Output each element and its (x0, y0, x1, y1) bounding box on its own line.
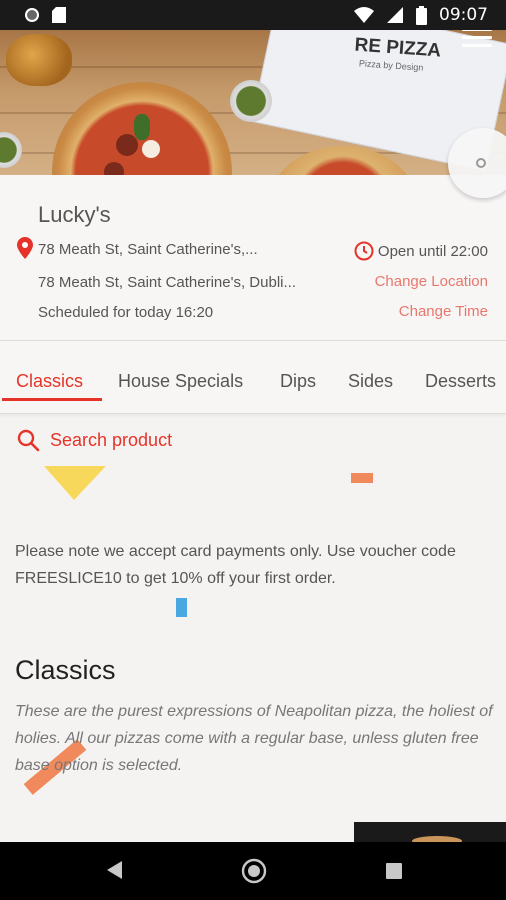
section-description: These are the purest expressions of Neap… (15, 703, 493, 774)
section-title: Classics (15, 655, 116, 685)
notification-dot-icon (25, 8, 39, 22)
location-pin-icon (17, 237, 33, 259)
signal-icon (387, 7, 403, 23)
status-time: 09:07 (439, 5, 488, 25)
tab-classics[interactable]: Classics (16, 371, 83, 392)
pizza-illustration (52, 82, 232, 175)
battery-icon (416, 5, 427, 25)
store-name: Lucky's (38, 202, 111, 227)
back-icon[interactable] (104, 859, 124, 881)
search-product[interactable]: Search product (16, 428, 172, 452)
orange-dash-decoration (351, 473, 373, 483)
product-thumbnail[interactable] (354, 822, 506, 846)
tab-house-specials[interactable]: House Specials (118, 371, 243, 392)
yellow-triangle-decoration (44, 466, 106, 500)
hero-banner: RE PIZZA Pizza by Design (0, 30, 506, 175)
camera-icon (476, 158, 486, 168)
pesto-bowl-illustration (230, 80, 272, 122)
search-icon (17, 429, 40, 452)
store-info-panel: Lucky's 78 Meath St, Saint Catherine's,.… (0, 175, 506, 340)
menu-icon-bar (462, 36, 492, 39)
sd-card-icon (52, 7, 66, 23)
blue-dash-decoration (176, 598, 187, 617)
herb-bowl-illustration (0, 132, 22, 168)
tab-sides[interactable]: Sides (348, 371, 393, 392)
navigation-bar (0, 842, 506, 900)
status-bar: 09:07 (0, 0, 506, 30)
search-label: Search product (50, 429, 173, 450)
tab-dips[interactable]: Dips (280, 371, 316, 392)
tab-desserts[interactable]: Desserts (425, 371, 496, 392)
active-tab-indicator (2, 398, 102, 401)
category-tabs: Classics House Specials Dips Sides Desse… (0, 340, 506, 414)
store-address-full: 78 Meath St, Saint Catherine's, Dubli... (38, 274, 296, 291)
open-status-text: Open until 22:00 (377, 242, 488, 260)
menu-icon-bar (462, 44, 492, 47)
teapot-illustration (6, 34, 72, 86)
recents-icon[interactable] (385, 862, 403, 880)
payment-notice: Please note we accept card payments only… (15, 543, 456, 587)
home-icon[interactable] (241, 858, 267, 884)
store-address-short: 78 Meath St, Saint Catherine's,... (38, 241, 258, 258)
open-status: Open until 22:00 (354, 241, 488, 261)
change-location-link[interactable]: Change Location (375, 273, 488, 290)
change-time-link[interactable]: Change Time (399, 303, 488, 320)
scheduled-time: Scheduled for today 16:20 (38, 304, 214, 321)
wifi-icon (354, 7, 374, 23)
clock-icon (354, 241, 374, 261)
menu-button[interactable] (462, 28, 492, 50)
